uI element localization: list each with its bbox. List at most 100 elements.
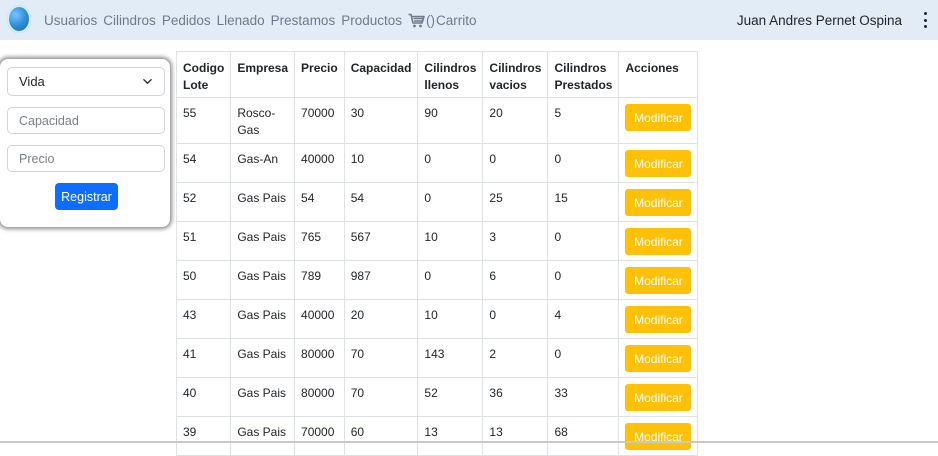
table-row: 39 Gas Pais 70000 60 13 13 68 Modificar — [175, 416, 699, 456]
cell-acciones: Modificar — [618, 182, 699, 222]
modificar-button[interactable]: Modificar — [625, 267, 692, 294]
cell-cilindros-prestados: 0 — [547, 143, 620, 183]
cell-cilindros-prestados: 0 — [547, 260, 620, 300]
cell-codigo-lote: 51 — [175, 221, 232, 261]
cell-empresa: Gas Pais — [230, 182, 296, 222]
cell-capacidad: 70 — [343, 377, 419, 417]
table-row: 40 Gas Pais 80000 70 52 36 33 Modificar — [175, 377, 699, 417]
cell-cilindros-prestados: 33 — [547, 377, 620, 417]
table-row: 52 Gas Pais 54 54 0 25 15 Modificar — [175, 182, 699, 222]
cell-precio: 765 — [294, 221, 345, 261]
nav-link-productos[interactable]: Productos — [341, 13, 402, 28]
app-logo-icon[interactable] — [7, 5, 31, 33]
header-precio: Precio — [294, 51, 345, 98]
cell-empresa: Gas Pais — [230, 299, 296, 339]
nav-link-usuarios[interactable]: Usuarios — [44, 13, 97, 28]
cell-precio: 40000 — [294, 299, 345, 339]
cell-capacidad: 20 — [343, 299, 419, 339]
lotes-table: Codigo Lote Empresa Precio Capacidad Cil… — [175, 51, 699, 456]
nav-link-pedidos[interactable]: Pedidos — [162, 13, 211, 28]
cart-icon — [408, 13, 425, 27]
cell-cilindros-prestados: 0 — [547, 221, 620, 261]
table-row: 43 Gas Pais 40000 20 10 0 4 Modificar — [175, 299, 699, 339]
navbar: Usuarios Cilindros Pedidos Llenado Prest… — [0, 0, 938, 40]
header-cilindros-llenos: Cilindros llenos — [417, 51, 484, 98]
cell-precio: 80000 — [294, 377, 345, 417]
cell-cilindros-llenos: 143 — [417, 338, 484, 378]
cell-empresa: Gas Pais — [230, 221, 296, 261]
nav-link-prestamos[interactable]: Prestamos — [271, 13, 336, 28]
cell-capacidad: 60 — [343, 416, 419, 456]
user-name[interactable]: Juan Andres Pernet Ospina — [737, 0, 902, 40]
cell-capacidad: 567 — [343, 221, 419, 261]
cell-cilindros-vacios: 20 — [482, 97, 549, 144]
cell-precio: 70000 — [294, 416, 345, 456]
cell-codigo-lote: 39 — [175, 416, 232, 456]
cell-empresa: Gas Pais — [230, 338, 296, 378]
cell-cilindros-llenos: 0 — [417, 182, 484, 222]
cart-count: () — [426, 12, 435, 28]
cell-empresa: Gas Pais — [230, 377, 296, 417]
table-row: 41 Gas Pais 80000 70 143 2 0 Modificar — [175, 338, 699, 378]
cell-precio: 40000 — [294, 143, 345, 183]
cell-cilindros-vacios: 6 — [482, 260, 549, 300]
cell-cilindros-llenos: 0 — [417, 143, 484, 183]
registrar-button[interactable]: Registrar — [55, 183, 118, 210]
cell-cilindros-prestados: 0 — [547, 338, 620, 378]
modificar-button[interactable]: Modificar — [625, 228, 692, 255]
chevron-down-icon — [143, 78, 152, 85]
cell-cilindros-prestados: 5 — [547, 97, 620, 144]
cell-empresa: Gas-An — [230, 143, 296, 183]
cell-codigo-lote: 43 — [175, 299, 232, 339]
precio-input[interactable] — [7, 145, 165, 172]
header-cilindros-vacios: Cilindros vacios — [482, 51, 549, 98]
modificar-button[interactable]: Modificar — [625, 345, 692, 372]
cell-empresa: Gas Pais — [230, 260, 296, 300]
cell-cilindros-prestados: 68 — [547, 416, 620, 456]
cell-capacidad: 987 — [343, 260, 419, 300]
table-row: 54 Gas-An 40000 10 0 0 0 Modificar — [175, 143, 699, 183]
modificar-button[interactable]: Modificar — [625, 306, 692, 333]
capacidad-input[interactable] — [7, 107, 165, 134]
cell-acciones: Modificar — [618, 221, 699, 261]
cell-acciones: Modificar — [618, 97, 699, 144]
table-row: 55 Rosco-Gas 70000 30 90 20 5 Modificar — [175, 97, 699, 144]
modificar-button[interactable]: Modificar — [625, 104, 692, 131]
cell-acciones: Modificar — [618, 260, 699, 300]
cell-capacidad: 30 — [343, 97, 419, 144]
cell-precio: 80000 — [294, 338, 345, 378]
cell-capacidad: 54 — [343, 182, 419, 222]
nav-links: Usuarios Cilindros Pedidos Llenado Prest… — [44, 0, 477, 40]
cell-codigo-lote: 40 — [175, 377, 232, 417]
header-capacidad: Capacidad — [343, 51, 419, 98]
cell-cilindros-llenos: 52 — [417, 377, 484, 417]
modificar-button[interactable]: Modificar — [625, 423, 692, 450]
modificar-button[interactable]: Modificar — [625, 150, 692, 177]
product-type-select-value: Vida — [19, 74, 45, 89]
cell-cilindros-vacios: 25 — [482, 182, 549, 222]
register-form-card: Vida Registrar — [0, 59, 170, 227]
modificar-button[interactable]: Modificar — [625, 384, 692, 411]
nav-link-carrito[interactable]: () Carrito — [408, 13, 477, 28]
header-acciones: Acciones — [618, 51, 699, 98]
nav-link-cilindros[interactable]: Cilindros — [103, 13, 156, 28]
table-header-row: Codigo Lote Empresa Precio Capacidad Cil… — [175, 51, 699, 98]
cell-cilindros-llenos: 13 — [417, 416, 484, 456]
cell-codigo-lote: 50 — [175, 260, 232, 300]
cell-codigo-lote: 52 — [175, 182, 232, 222]
cell-cilindros-llenos: 0 — [417, 260, 484, 300]
cell-cilindros-vacios: 13 — [482, 416, 549, 456]
header-empresa: Empresa — [230, 51, 296, 98]
cell-cilindros-vacios: 2 — [482, 338, 549, 378]
cell-precio: 70000 — [294, 97, 345, 144]
nav-link-llenado[interactable]: Llenado — [217, 13, 265, 28]
more-options-icon[interactable] — [920, 12, 930, 28]
cell-codigo-lote: 41 — [175, 338, 232, 378]
modificar-button[interactable]: Modificar — [625, 189, 692, 216]
cell-acciones: Modificar — [618, 299, 699, 339]
cell-codigo-lote: 55 — [175, 97, 232, 144]
cell-cilindros-llenos: 90 — [417, 97, 484, 144]
product-type-select[interactable]: Vida — [7, 67, 165, 96]
table-row: 51 Gas Pais 765 567 10 3 0 Modificar — [175, 221, 699, 261]
cell-cilindros-vacios: 0 — [482, 143, 549, 183]
